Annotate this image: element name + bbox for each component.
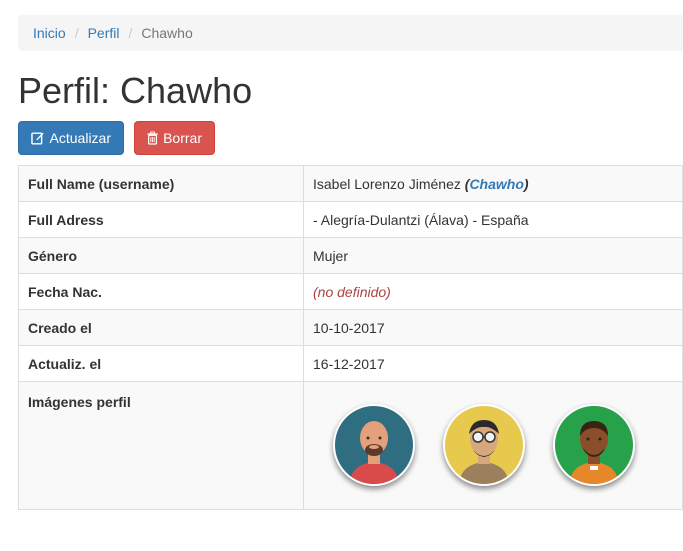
avatar-list [333,404,673,486]
full-name-value: Isabel Lorenzo Jiménez (Chawho) [303,165,683,202]
username-close-paren: ) [523,175,529,192]
breadcrumb: Inicio / Perfil / Chawho [18,15,683,51]
page-title: Perfil: Chawho [18,70,253,111]
username-link[interactable]: Chawho [469,176,523,192]
dark-skin-man-avatar-icon[interactable] [553,404,635,486]
table-row: Fecha Nac. (no definido) [18,273,683,310]
updated-label: Actualiz. el [18,345,304,382]
table-row: Creado el 10-10-2017 [18,309,683,346]
breadcrumb-current: Chawho [141,25,193,41]
delete-button[interactable]: Borrar [134,121,215,155]
birth-date-value: (no definido) [303,273,683,310]
edit-icon [31,132,44,145]
update-button[interactable]: Actualizar [18,121,124,155]
breadcrumb-separator: / [74,25,79,41]
created-label: Creado el [18,309,304,346]
gender-value: Mujer [303,237,683,274]
full-name-text: Isabel Lorenzo Jiménez [313,175,461,192]
update-button-label: Actualizar [49,130,111,146]
gender-label: Género [18,237,304,274]
created-value: 10-10-2017 [303,309,683,346]
table-row: Imágenes perfil [18,381,683,510]
table-row: Full Name (username) Isabel Lorenzo Jimé… [18,165,683,202]
delete-button-label: Borrar [163,130,202,146]
profile-details-table: Full Name (username) Isabel Lorenzo Jimé… [18,165,683,510]
breadcrumb-home-link[interactable]: Inicio [33,25,66,41]
birth-date-label: Fecha Nac. [18,273,304,310]
full-address-label: Full Adress [18,201,304,238]
breadcrumb-profile-link[interactable]: Perfil [88,25,120,41]
bald-man-avatar-icon[interactable] [333,404,415,486]
table-row: Full Adress - Alegría-Dulantzi (Álava) -… [18,201,683,238]
profile-images-label: Imágenes perfil [18,381,304,510]
profile-images-cell [303,381,683,510]
table-row: Actualiz. el 16-12-2017 [18,345,683,382]
table-row: Género Mujer [18,237,683,274]
full-address-value: - Alegría-Dulantzi (Álava) - España [303,201,683,238]
sunglasses-man-avatar-icon[interactable] [443,404,525,486]
full-name-label: Full Name (username) [18,165,304,202]
trash-icon [147,131,158,145]
breadcrumb-separator: / [128,25,133,41]
username-wrapper: (Chawho) [465,176,529,192]
updated-value: 16-12-2017 [303,345,683,382]
